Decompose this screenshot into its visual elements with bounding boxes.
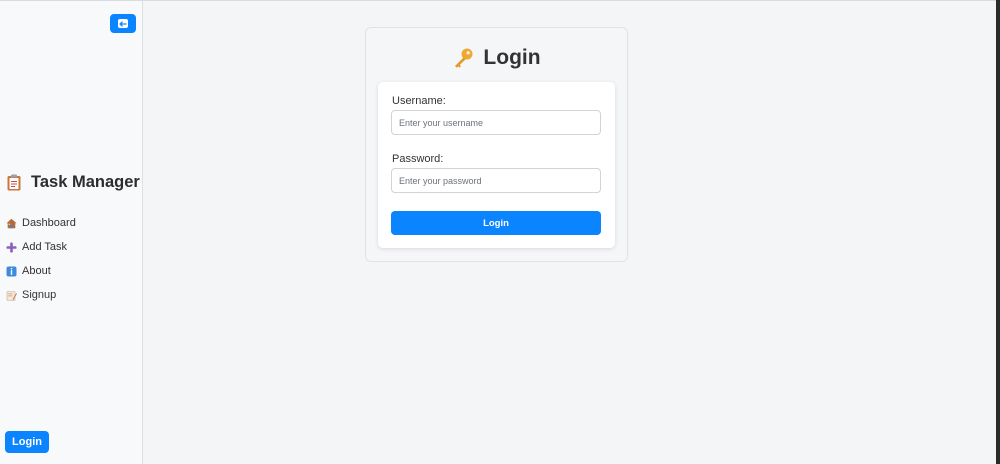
password-input[interactable] bbox=[391, 168, 601, 193]
app-window: Task Manager Dashboard Add Task About Si… bbox=[0, 0, 996, 464]
login-header: Login bbox=[366, 45, 627, 71]
password-label: Password: bbox=[392, 153, 444, 165]
sidebar-item-signup[interactable]: Signup bbox=[6, 283, 76, 307]
login-title: Login bbox=[483, 46, 541, 69]
username-label: Username: bbox=[392, 95, 446, 107]
memo-icon bbox=[6, 290, 17, 301]
sidebar-nav: Dashboard Add Task About Signup bbox=[6, 211, 76, 307]
sidebar-item-add-task[interactable]: Add Task bbox=[6, 235, 76, 259]
brand-title: Task Manager bbox=[31, 172, 140, 191]
sidebar-item-label: About bbox=[22, 265, 51, 277]
key-icon bbox=[452, 47, 474, 69]
login-submit-button[interactable]: Login bbox=[391, 211, 601, 235]
username-input[interactable] bbox=[391, 110, 601, 135]
info-icon bbox=[6, 266, 17, 277]
sidebar-item-label: Signup bbox=[22, 289, 57, 301]
sidebar: Task Manager Dashboard Add Task About Si… bbox=[0, 1, 143, 464]
sidebar-item-label: Dashboard bbox=[22, 217, 76, 229]
brand: Task Manager bbox=[7, 172, 140, 192]
sidebar-item-about[interactable]: About bbox=[6, 259, 76, 283]
house-icon bbox=[6, 218, 17, 229]
sidebar-login-button[interactable]: Login bbox=[5, 431, 49, 453]
login-form: Username: Password: Login bbox=[378, 82, 615, 248]
window-edge bbox=[996, 0, 1000, 464]
clipboard-icon bbox=[7, 174, 21, 191]
arrow-left-icon bbox=[118, 19, 128, 28]
sidebar-toggle-button[interactable] bbox=[110, 14, 136, 33]
sidebar-item-label: Add Task bbox=[22, 241, 68, 253]
plus-icon bbox=[6, 242, 17, 253]
sidebar-item-dashboard[interactable]: Dashboard bbox=[6, 211, 76, 235]
login-card: Login Username: Password: Login bbox=[365, 27, 628, 262]
